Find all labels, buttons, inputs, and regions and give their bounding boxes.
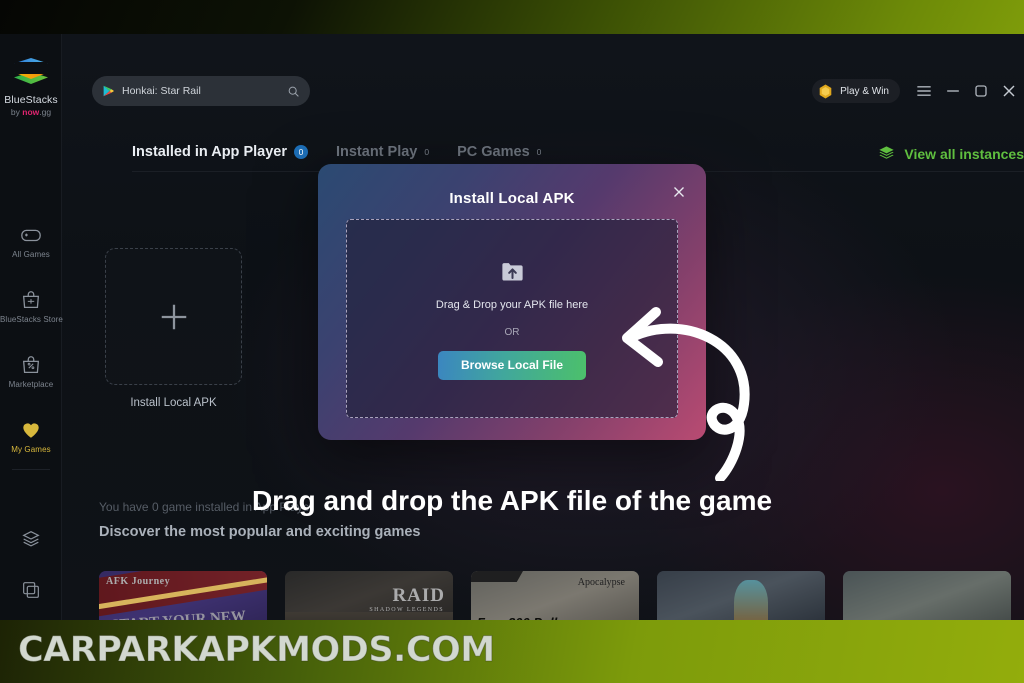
card-overlay [657, 571, 825, 620]
install-local-apk-tile-label: Install Local APK [130, 397, 217, 409]
logo-subbrand: by now.gg [10, 107, 52, 117]
sidebar-item-multi-instance[interactable] [0, 579, 62, 605]
folder-upload-icon [501, 262, 523, 280]
game-card-list: AFK Journey START YOUR NEW RAID SHADOW L… [99, 571, 1011, 620]
multi-instance-icon [23, 582, 39, 598]
maximize-restore-icon[interactable] [971, 81, 991, 101]
game-card[interactable]: RAID SHADOW LEGENDS [285, 571, 453, 620]
tab-instant-play[interactable]: Instant Play 0 [336, 144, 429, 160]
instance-stack-icon [22, 531, 40, 547]
discover-heading: Discover the most popular and exciting g… [99, 524, 421, 540]
tab-label: Instant Play [335, 144, 418, 160]
search-icon[interactable] [287, 85, 300, 98]
card-overlay [99, 571, 267, 620]
sidebar-item-bluestacks-store[interactable]: BlueStacks Store [0, 289, 63, 324]
sidebar-item-instance-manager[interactable] [0, 528, 62, 554]
sidebar-item-marketplace[interactable]: Marketplace [0, 354, 62, 389]
tab-badge: 0 [536, 147, 542, 157]
view-all-instances-label: View all instances [904, 145, 1024, 162]
gold-hexagon-coin-icon [819, 84, 832, 98]
card-overlay [285, 571, 453, 620]
sidebar: BlueStacks by now.gg All Games BlueStack… [0, 34, 63, 620]
browse-local-file-button[interactable]: Browse Local File [438, 350, 586, 380]
game-card[interactable]: AFK Journey START YOUR NEW [99, 571, 267, 620]
game-card[interactable]: Apocalypse Free 200 Pulls [471, 571, 639, 620]
sidebar-item-label: BlueStacks Store [0, 315, 63, 324]
modal-title: Install Local APK [449, 190, 575, 207]
dropzone-instruction: Drag & Drop your APK file here [435, 298, 589, 311]
game-card[interactable]: Survival Game [843, 571, 1011, 620]
play-and-win-label: Play & Win [840, 85, 889, 97]
play-and-win-button[interactable]: Play & Win [812, 79, 900, 103]
tab-badge: 0 [293, 145, 308, 159]
install-local-apk-modal: Install Local APK Drag & Drop your APK f… [318, 164, 706, 440]
tab-badge: 0 [424, 147, 430, 157]
close-icon[interactable] [670, 183, 688, 201]
sidebar-item-my-games[interactable]: My Games [0, 419, 62, 454]
bluestacks-logo: BlueStacks by now.gg [0, 58, 62, 117]
google-play-icon [103, 85, 114, 97]
gamepad-icon [21, 229, 41, 242]
layers-icon [879, 146, 895, 159]
annotation-caption: Drag and drop the APK file of the game [251, 485, 773, 516]
apk-dropzone[interactable]: Drag & Drop your APK file here OR Browse… [346, 219, 678, 418]
tab-label: Installed in App Player [132, 144, 287, 160]
sidebar-item-label: Marketplace [8, 380, 54, 389]
shopping-bag-icon [22, 291, 40, 308]
close-icon[interactable] [999, 81, 1019, 101]
plus-icon [161, 304, 186, 329]
logo-wordmark: BlueStacks [4, 94, 58, 106]
tab-label: PC Games [457, 144, 530, 160]
install-local-apk-tile[interactable] [105, 248, 242, 385]
bluestacks-layers-logo-icon [12, 58, 50, 90]
heart-icon [23, 423, 39, 438]
game-card[interactable]: Hero Game [657, 571, 825, 620]
tab-bar: Installed in App Player 0 Instant Play 0… [132, 144, 541, 160]
dropzone-or-label: OR [504, 326, 520, 338]
view-all-instances-button[interactable]: View all instances [877, 144, 1024, 163]
hamburger-menu-icon[interactable] [914, 81, 934, 101]
sidebar-item-label: My Games [11, 445, 51, 454]
search-input[interactable]: Honkai: Star Rail [122, 85, 287, 97]
watermark: CARPARKAPKMODS.COM [18, 630, 496, 671]
card-overlay [843, 571, 1011, 620]
search-bar[interactable]: Honkai: Star Rail [92, 76, 310, 106]
tab-pc-games[interactable]: PC Games 0 [457, 144, 541, 160]
sidebar-item-label: All Games [12, 250, 50, 259]
minimize-icon[interactable] [943, 81, 963, 101]
sidebar-divider [12, 469, 50, 470]
card-overlay [471, 571, 639, 620]
tab-installed-in-app-player[interactable]: Installed in App Player 0 [132, 144, 308, 160]
discount-bag-icon [22, 356, 40, 373]
sidebar-item-all-games[interactable]: All Games [0, 224, 62, 259]
